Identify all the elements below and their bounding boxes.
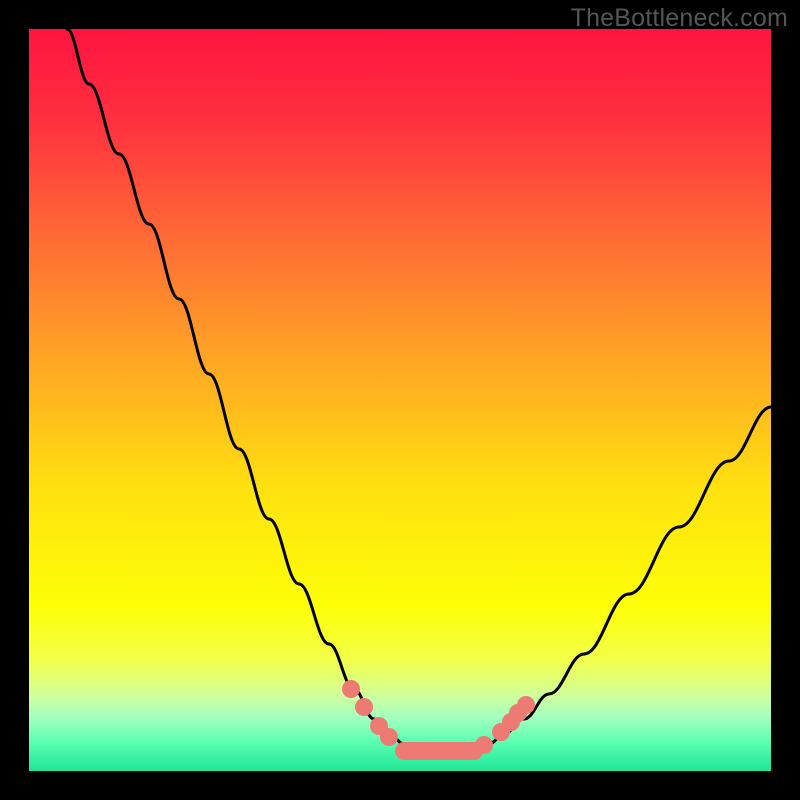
marker-dot [355, 698, 373, 716]
curve-layer [29, 29, 771, 771]
marker-dot [475, 736, 493, 754]
marker-dot [517, 696, 535, 714]
outer-black-frame: TheBottleneck.com [0, 0, 800, 800]
marker-dot [380, 728, 398, 746]
plot-area [29, 29, 771, 771]
marker-dot [342, 680, 360, 698]
watermark-text: TheBottleneck.com [571, 4, 788, 33]
bottleneck-curve [67, 29, 771, 754]
